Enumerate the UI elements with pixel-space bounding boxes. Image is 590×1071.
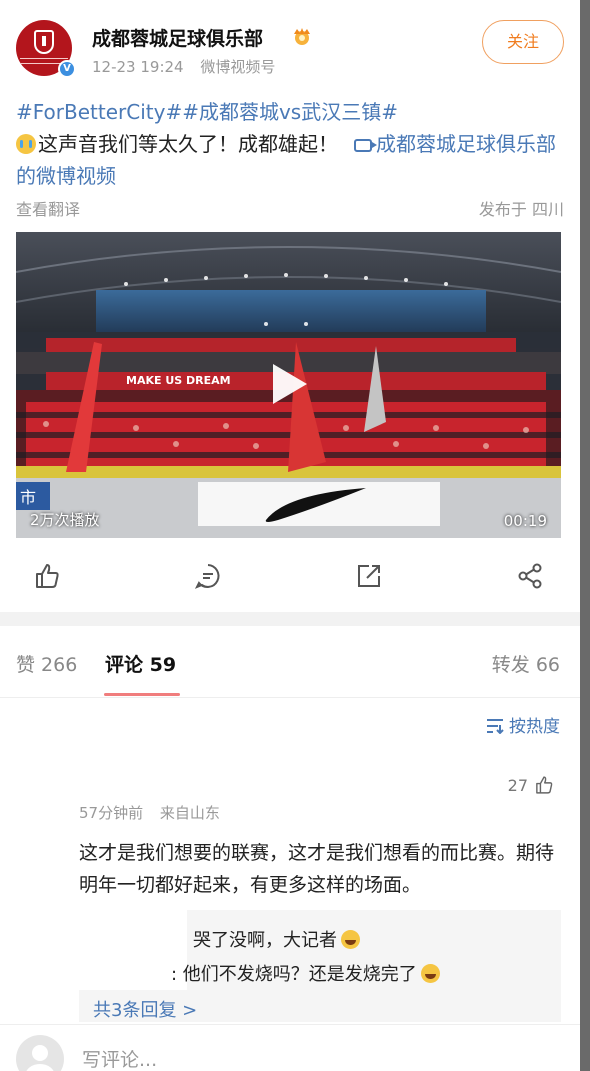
weibo-post-page: V 成都蓉城足球俱乐部 12-23 19:24 微博视频号 关注 #ForBet… <box>0 0 580 1071</box>
video-duration: 00:19 <box>503 512 547 530</box>
video-plays: 2万次播放 <box>30 511 100 529</box>
comment-like-count: 27 <box>507 776 528 795</box>
verified-badge-icon: V <box>58 60 76 78</box>
share-icon[interactable] <box>516 562 544 590</box>
comment-input[interactable]: 写评论... <box>82 1045 157 1071</box>
corner-text: 市 <box>20 488 37 507</box>
section-divider <box>0 612 580 626</box>
post-source: 微博视频号 <box>200 58 276 76</box>
active-tab-indicator <box>104 693 180 696</box>
author-name[interactable]: 成都蓉城足球俱乐部 <box>92 24 263 51</box>
crying-emoji-icon <box>16 134 36 154</box>
post-meta: 12-23 19:24 微博视频号 <box>92 56 287 77</box>
hashtag-link[interactable]: #ForBetterCity##成都蓉城vs武汉三镇# <box>16 100 398 124</box>
post-content: #ForBetterCity##成都蓉城vs武汉三镇# 这声音我们等太久了！成都… <box>16 96 564 192</box>
banner-text: MAKE US DREAM <box>126 374 231 387</box>
club-crest-icon <box>34 30 54 54</box>
reply-item: 哭了没啊，大记者 <box>193 926 360 952</box>
post-time: 12-23 19:24 <box>92 58 184 76</box>
video-player[interactable]: MAKE US DREAM 市 2万次播放 00:19 <box>16 232 561 538</box>
follow-button[interactable]: 关注 <box>482 20 564 64</box>
comment-text: 这才是我们想要的联赛，这才是我们想看的而比赛。期待明年一切都好起来，有更多这样的… <box>79 842 555 896</box>
sort-label: 按热度 <box>509 717 560 737</box>
comment-meta: 57分钟前 来自山东 <box>79 802 232 823</box>
like-icon[interactable] <box>33 562 61 590</box>
comment-input-bar: 写评论... <box>0 1024 580 1071</box>
play-icon[interactable] <box>273 364 307 404</box>
comment-time: 57分钟前 <box>79 804 144 822</box>
reply-item: : 他们不发烧吗？还是发烧完了 <box>171 960 440 986</box>
post-location: 发布于 四川 <box>478 200 564 219</box>
laughing-crying-emoji-icon <box>420 964 440 983</box>
post-header: V 成都蓉城足球俱乐部 12-23 19:24 微博视频号 关注 <box>16 20 564 80</box>
screen-edge <box>580 0 590 1071</box>
post-body-text: 这声音我们等太久了！成都雄起！ <box>38 132 338 156</box>
sort-icon <box>487 719 504 734</box>
repost-icon[interactable] <box>355 562 383 590</box>
tab-reposts[interactable]: 转发 66 <box>492 650 560 677</box>
comment-like-button[interactable]: 27 <box>508 775 554 795</box>
interaction-tabs: 赞 266 评论 59 转发 66 <box>0 626 580 698</box>
post-subrow: 查看翻译 发布于 四川 <box>16 196 564 220</box>
translate-link[interactable]: 查看翻译 <box>16 200 80 219</box>
comment-like-icon <box>536 776 553 794</box>
comment-from: 来自山东 <box>159 804 220 822</box>
comment-icon[interactable] <box>194 562 222 590</box>
user-avatar <box>16 1035 64 1071</box>
tab-comments[interactable]: 评论 59 <box>105 650 176 677</box>
reply-box[interactable]: 哭了没啊，大记者 : 他们不发烧吗？还是发烧完了 共3条回复 > <box>79 910 561 1022</box>
video-link-icon <box>354 139 377 152</box>
crown-icon <box>294 28 310 45</box>
laughing-emoji-icon <box>341 930 360 949</box>
action-bar <box>0 552 580 600</box>
author-avatar[interactable]: V <box>16 20 76 78</box>
more-replies-link[interactable]: 共3条回复 > <box>93 996 197 1022</box>
tab-likes[interactable]: 赞 266 <box>16 650 77 677</box>
sort-button[interactable]: 按热度 <box>485 712 560 737</box>
